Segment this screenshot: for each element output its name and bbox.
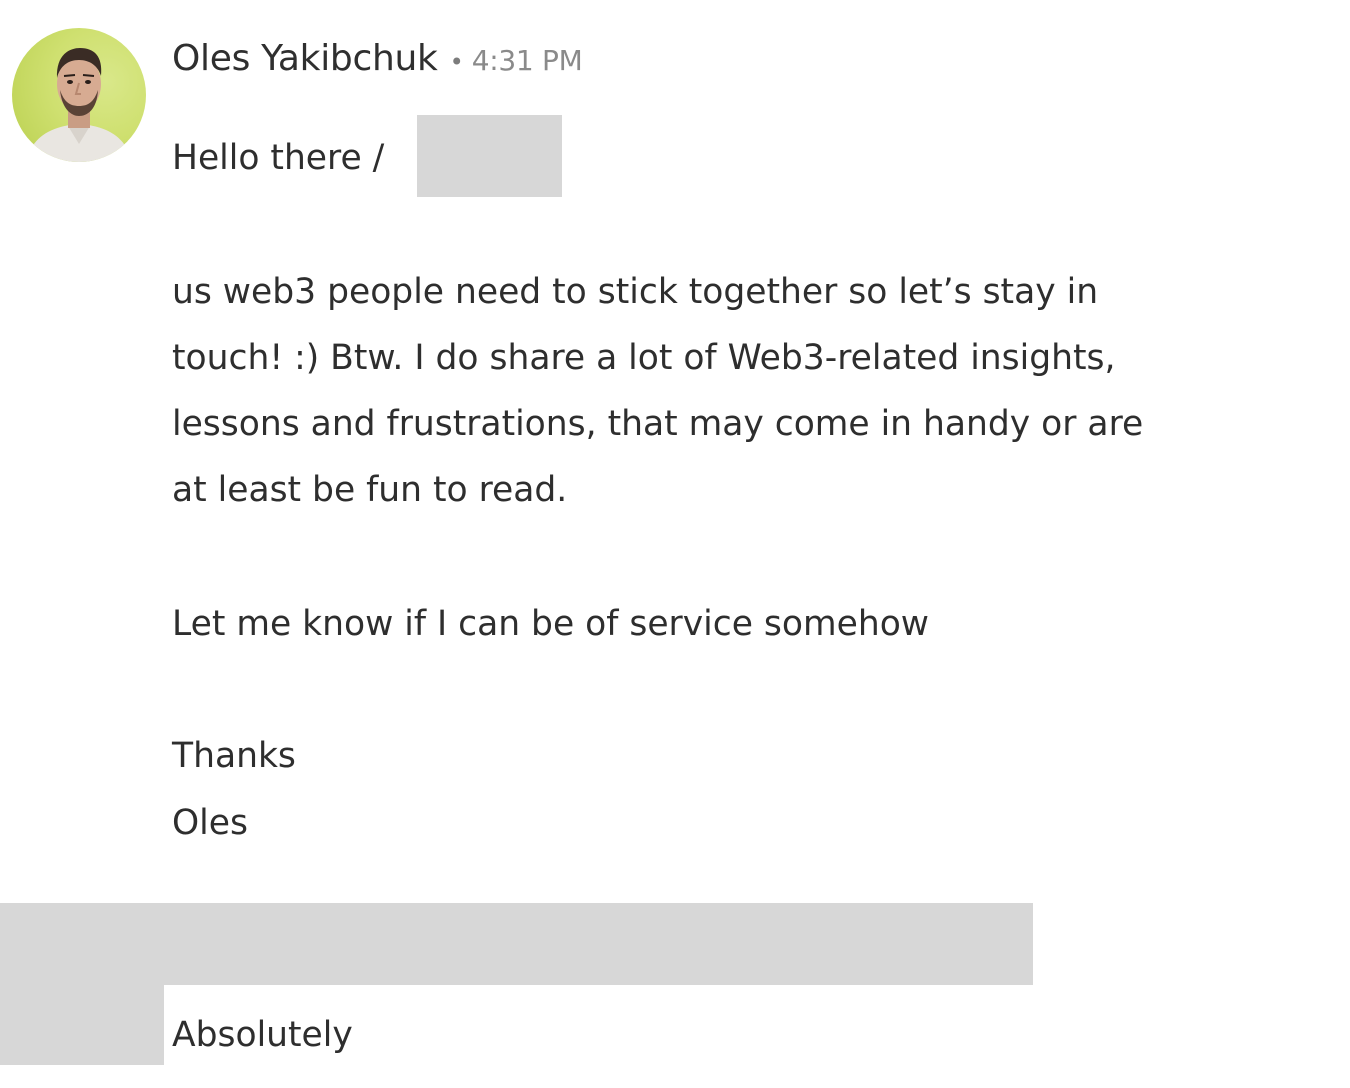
message-paragraph: us web3 people need to stick together so…: [172, 259, 1332, 523]
sender-avatar[interactable]: [12, 28, 146, 162]
header-separator: •: [449, 48, 464, 76]
profile-photo-icon: [26, 48, 132, 162]
message-line: lessons and frustrations, that may come …: [172, 404, 1144, 444]
redacted-reply-header: [0, 903, 1033, 985]
message-line: us web3 people need to stick together so…: [172, 272, 1099, 312]
sender-name[interactable]: Oles Yakibchuk: [172, 38, 438, 79]
message-timestamp: 4:31 PM: [471, 44, 583, 77]
message-line: touch! :) Btw. I do share a lot of Web3-…: [172, 338, 1116, 378]
message-thanks: Thanks: [172, 736, 296, 776]
redacted-reply-avatar: [0, 985, 164, 1065]
redacted-recipient-name: [417, 115, 562, 197]
message-greeting: Hello there /: [172, 138, 385, 178]
conversation-thread: Oles Yakibchuk • 4:31 PM Hello there / u…: [0, 0, 1350, 1088]
message-closing: Let me know if I can be of service someh…: [172, 604, 930, 644]
reply-message: Absolutely: [172, 1015, 353, 1055]
message-signature: Oles: [172, 803, 248, 843]
message-line: at least be fun to read.: [172, 470, 568, 510]
message-header: Oles Yakibchuk • 4:31 PM: [172, 38, 583, 90]
